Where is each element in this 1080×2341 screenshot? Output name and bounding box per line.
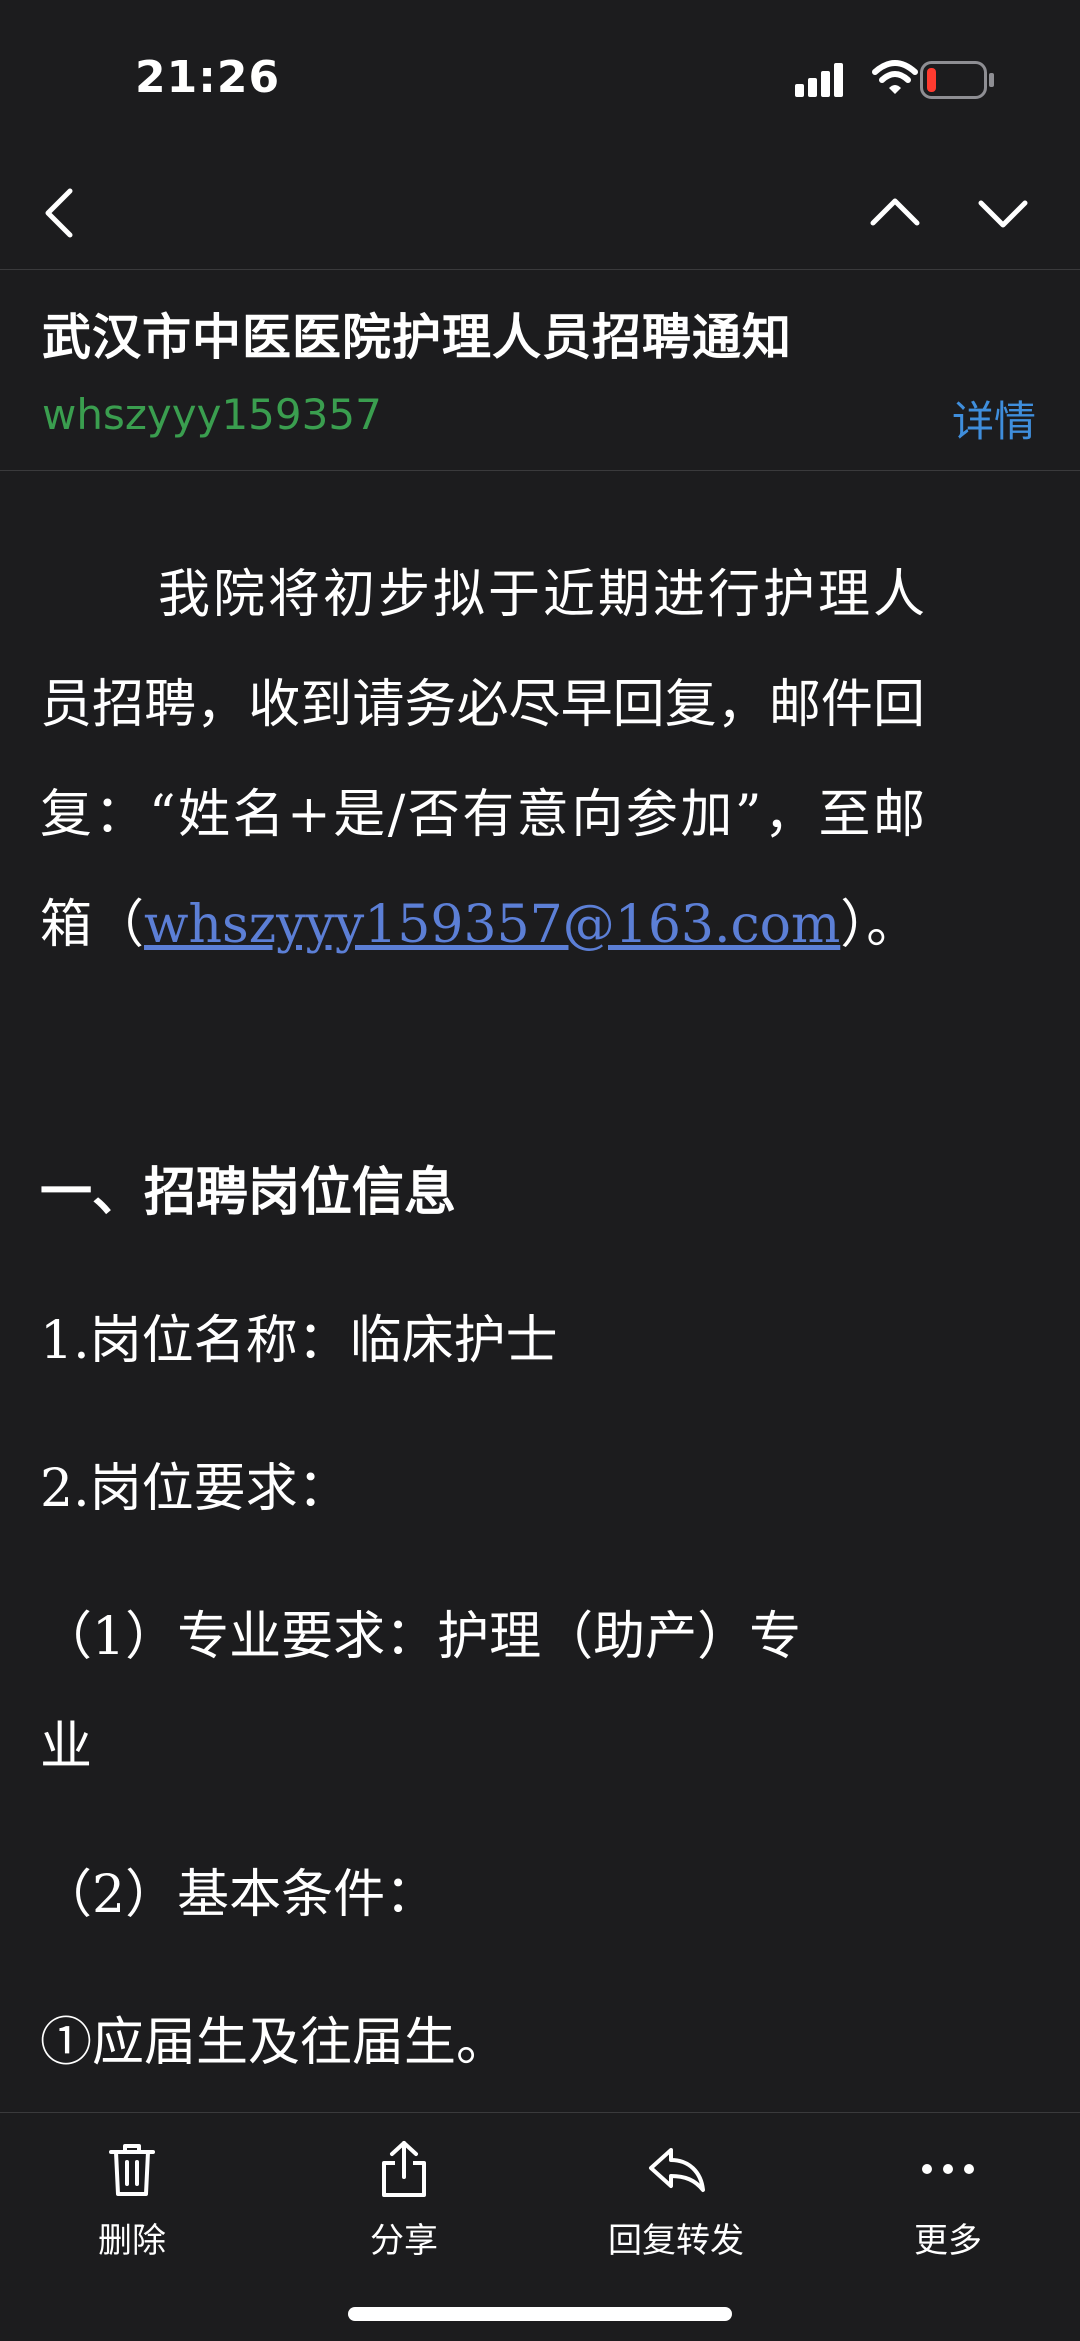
back-button[interactable] <box>25 178 95 248</box>
more-button[interactable]: 更多 <box>848 2137 1048 2262</box>
next-mail-button[interactable] <box>968 178 1038 248</box>
status-time: 21:26 <box>135 52 281 103</box>
chevron-up-icon <box>870 198 920 226</box>
share-button[interactable]: 分享 <box>304 2137 504 2262</box>
mail-sender[interactable]: whszyyy159357 <box>42 390 382 439</box>
reply-forward-button[interactable]: 回复转发 <box>576 2137 776 2262</box>
chevron-left-icon <box>45 188 73 238</box>
home-indicator[interactable] <box>348 2307 732 2321</box>
intro-text-end: ）。 <box>840 895 919 955</box>
status-bar: 21:26 <box>0 0 1080 160</box>
reply-icon <box>649 2148 705 2192</box>
mail-body: 我院将初步拟于近期进行护理人员招聘，收到请务必尽早回复，邮件回复：“姓名+是/否… <box>40 540 925 980</box>
details-link[interactable]: 详情 <box>952 388 1036 449</box>
chevron-down-icon <box>978 200 1028 228</box>
cellular-signal-icon <box>795 63 843 97</box>
share-label: 分享 <box>370 2221 438 2261</box>
delete-button[interactable]: 删除 <box>32 2137 232 2262</box>
email-link[interactable]: whszyyy159357@163.com <box>144 895 840 955</box>
nav-bar <box>0 160 1080 270</box>
header-divider-top <box>0 269 1080 270</box>
more-icon <box>922 2164 974 2174</box>
trash-icon <box>109 2144 155 2196</box>
header-divider-bottom <box>0 470 1080 471</box>
body-line: 2.岗位要求： <box>40 1459 350 1519</box>
mail-subject: 武汉市中医医院护理人员招聘通知 <box>42 309 793 366</box>
intro-paragraph: 我院将初步拟于近期进行护理人员招聘，收到请务必尽早回复，邮件回复：“姓名+是/否… <box>40 540 925 980</box>
wifi-icon <box>872 60 918 94</box>
body-line: （1）专业要求：护理（助产）专 <box>40 1607 802 1667</box>
reply-forward-label: 回复转发 <box>608 2221 744 2261</box>
previous-mail-button[interactable] <box>860 178 930 248</box>
body-line: 1.岗位名称：临床护士 <box>40 1311 558 1371</box>
battery-low-icon <box>920 61 994 99</box>
more-label: 更多 <box>914 2221 982 2261</box>
body-line: ①应届生及往届生。 <box>40 2013 509 2073</box>
body-line: （2）基本条件： <box>40 1865 438 1925</box>
delete-label: 删除 <box>98 2221 166 2261</box>
body-line: 业 <box>40 1717 93 1777</box>
section-heading: 一、招聘岗位信息 <box>40 1163 457 1223</box>
share-icon <box>382 2141 426 2197</box>
